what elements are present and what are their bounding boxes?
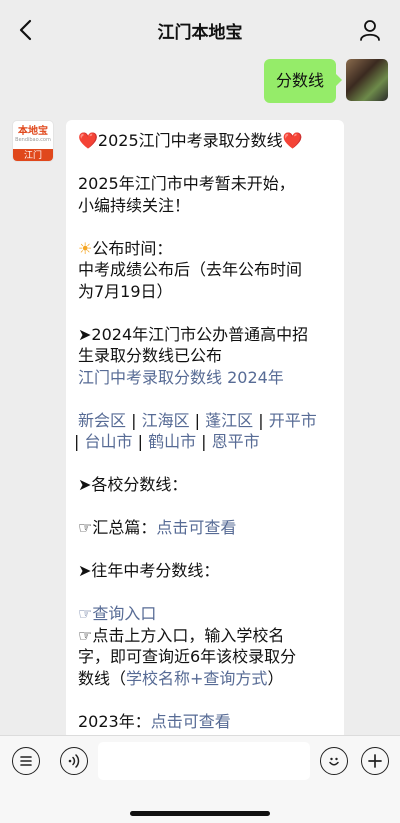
district-link-xinhui[interactable]: 新会区 [78,411,126,430]
bot-logo-city: 江门 [13,149,53,161]
year-2023-line: 2023年：点击可查看 [78,711,332,733]
year-2023-link[interactable]: 点击可查看 [151,712,231,731]
district-link-enping[interactable]: 恩平市 [212,432,260,451]
heart-icon: ❤️ [282,131,303,150]
district-links-row-2: | 台山市 | 鹤山市 | 恩平市 [74,431,332,453]
heart-icon: ❤️ [78,131,98,150]
voice-icon [68,754,80,768]
bot-logo-domain: Bendibao.com [15,137,51,143]
district-link-heshan[interactable]: 鹤山市 [148,432,196,451]
emoji-icon [329,757,339,766]
publish-label-text: 公布时间： [92,238,173,258]
user-message-bubble[interactable]: 分数线 [263,59,343,103]
bot-message-bubble: ❤️2025江门中考录取分数线❤️ 2025年江门市中考暂未开始， 小编持续关注… [66,120,344,740]
chat-title: 江门本地宝 [157,22,243,43]
summary-label: ☞汇总篇： [78,518,157,537]
bot-logo-name: 本地宝 [18,126,48,137]
voice-button[interactable] [60,747,88,775]
separator: | [132,432,149,451]
query-method-link[interactable]: 学校名称+查询方式 [126,669,267,688]
status-line-2: 小编持续关注！ [78,195,191,215]
publish-label: ☀公布时间： [78,238,332,260]
instruction-suffix: ） [267,668,284,688]
plus-button[interactable] [361,747,389,775]
back-arrow-icon[interactable] [14,18,38,42]
summary-line: ☞汇总篇：点击可查看 [78,517,332,539]
separator: | [74,432,85,451]
district-link-pengjiang[interactable]: 蓬江区 [205,411,253,430]
year-2023-label: 2023年： [78,711,151,731]
input-bar [0,735,400,823]
summary-link[interactable]: 点击可查看 [156,518,236,537]
instruction-line-1: ☞点击上方入口，输入学校名 [78,625,285,645]
status-line-1: 2025年江门市中考暂未开始， [78,174,295,193]
menu-icon [20,756,32,766]
chat-header: 江门本地宝 [0,0,400,60]
plus-icon [368,754,382,768]
instruction-line-2: 字，即可查询近6年该校录取分 [78,647,297,666]
each-school-heading: ➤各校分数线： [78,475,188,494]
item-2024-line-1: ➤2024年江门市公办普通高中招 [78,324,309,344]
menu-button[interactable] [12,747,40,775]
district-link-taishan[interactable]: 台山市 [84,432,132,451]
district-links-row-1: 新会区 | 江海区 | 蓬江区 | 开平市 [78,410,332,432]
message-input[interactable] [98,742,310,780]
item-2024-line-2: 生录取分数线已公布 [78,346,223,365]
emoji-button[interactable] [320,747,348,775]
message-title-text: 2025江门中考录取分数线 [97,131,283,150]
sun-icon: ☀ [78,238,93,258]
instruction-line-3: 数线（学校名称+查询方式） [78,668,332,690]
past-years-heading: ➤往年中考分数线： [78,561,220,580]
user-message-row: 分数线 [263,59,388,103]
home-indicator [130,811,270,816]
publish-line-1: 中考成绩公布后（去年公布时间 [78,260,303,279]
link-2024-scores[interactable]: 江门中考录取分数线 2024年 [78,367,332,389]
bot-avatar[interactable]: 本地宝 Bendibao.com 江门 [12,120,54,162]
bot-logo: 本地宝 Bendibao.com [13,121,53,149]
instruction-prefix: 数线（ [78,668,127,688]
user-avatar[interactable] [346,59,388,101]
publish-line-2: 为7月19日） [78,281,173,301]
district-link-jianghai[interactable]: 江海区 [142,411,190,430]
user-profile-icon[interactable] [358,18,382,42]
query-entry-link[interactable]: ☞查询入口 [78,603,332,625]
message-title: ❤️2025江门中考录取分数线❤️ [78,130,332,152]
separator: | [196,432,212,451]
district-link-kaiping[interactable]: 开平市 [269,411,317,430]
separator: | [126,410,142,430]
separator: | [189,410,206,430]
separator: | [253,410,269,430]
